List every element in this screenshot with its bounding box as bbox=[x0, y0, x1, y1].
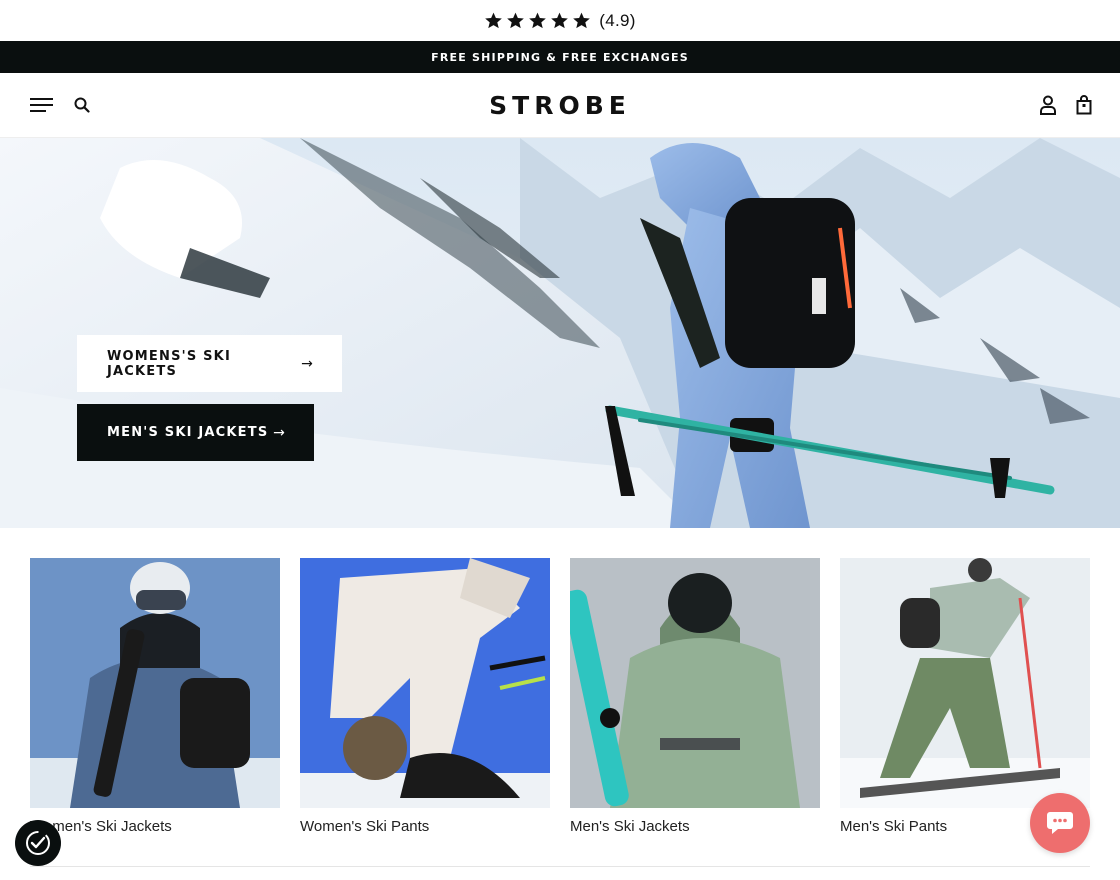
menu-icon[interactable] bbox=[30, 97, 54, 113]
star-icon bbox=[573, 12, 591, 29]
womens-ski-jackets-button[interactable]: WOMENS'S SKI JACKETS → bbox=[77, 335, 342, 392]
hero-banner: WOMENS'S SKI JACKETS → MEN'S SKI JACKETS… bbox=[0, 138, 1120, 528]
star-icon bbox=[507, 12, 525, 29]
category-label: Men's Ski Jackets bbox=[570, 818, 690, 835]
star-icon bbox=[485, 12, 503, 29]
header-right bbox=[1040, 95, 1092, 115]
mens-ski-jackets-image bbox=[570, 558, 820, 808]
rating-score: (4.9) bbox=[599, 10, 636, 30]
mens-ski-jackets-label: MEN'S SKI JACKETS bbox=[107, 425, 269, 440]
accessibility-icon bbox=[26, 831, 50, 855]
arrow-right-icon: → bbox=[301, 355, 314, 372]
header-left bbox=[30, 97, 90, 113]
hero-image bbox=[0, 138, 1120, 528]
site-header: STROBE bbox=[0, 73, 1120, 138]
womens-ski-pants-image bbox=[300, 558, 550, 808]
mens-ski-pants-image bbox=[840, 558, 1090, 808]
category-label: Women's Ski Pants bbox=[300, 818, 430, 835]
womens-ski-jackets-label: WOMENS'S SKI JACKETS bbox=[107, 348, 231, 379]
category-card-mens-ski-jackets[interactable]: Men's Ski Jackets bbox=[570, 558, 820, 835]
site-logo[interactable]: STROBE bbox=[489, 91, 631, 120]
chat-bubble-icon bbox=[1047, 812, 1073, 834]
mens-ski-jackets-button[interactable]: MEN'S SKI JACKETS → bbox=[77, 404, 314, 461]
category-card-womens-ski-pants[interactable]: Women's Ski Pants bbox=[300, 558, 550, 835]
womens-ski-jackets-image bbox=[30, 558, 280, 808]
announcement-text: FREE SHIPPING & FREE EXCHANGES bbox=[431, 50, 689, 64]
cart-icon[interactable] bbox=[1076, 95, 1092, 115]
category-card-womens-ski-jackets[interactable]: Women's Ski Jackets bbox=[30, 558, 280, 835]
star-icon bbox=[529, 12, 547, 29]
section-divider bbox=[30, 866, 1090, 867]
chat-button[interactable] bbox=[1030, 793, 1090, 853]
arrow-right-icon: → bbox=[273, 424, 286, 441]
rating-stars bbox=[484, 11, 591, 30]
rating-bar: (4.9) bbox=[0, 0, 1120, 41]
search-icon[interactable] bbox=[74, 97, 90, 113]
account-icon[interactable] bbox=[1040, 95, 1056, 115]
category-grid: Women's Ski Jackets Women's Ski Pants Me… bbox=[0, 528, 1120, 835]
accessibility-button[interactable] bbox=[15, 820, 61, 866]
category-label: Women's Ski Jackets bbox=[30, 818, 172, 835]
announcement-bar: FREE SHIPPING & FREE EXCHANGES bbox=[0, 41, 1120, 73]
star-icon bbox=[551, 12, 569, 29]
